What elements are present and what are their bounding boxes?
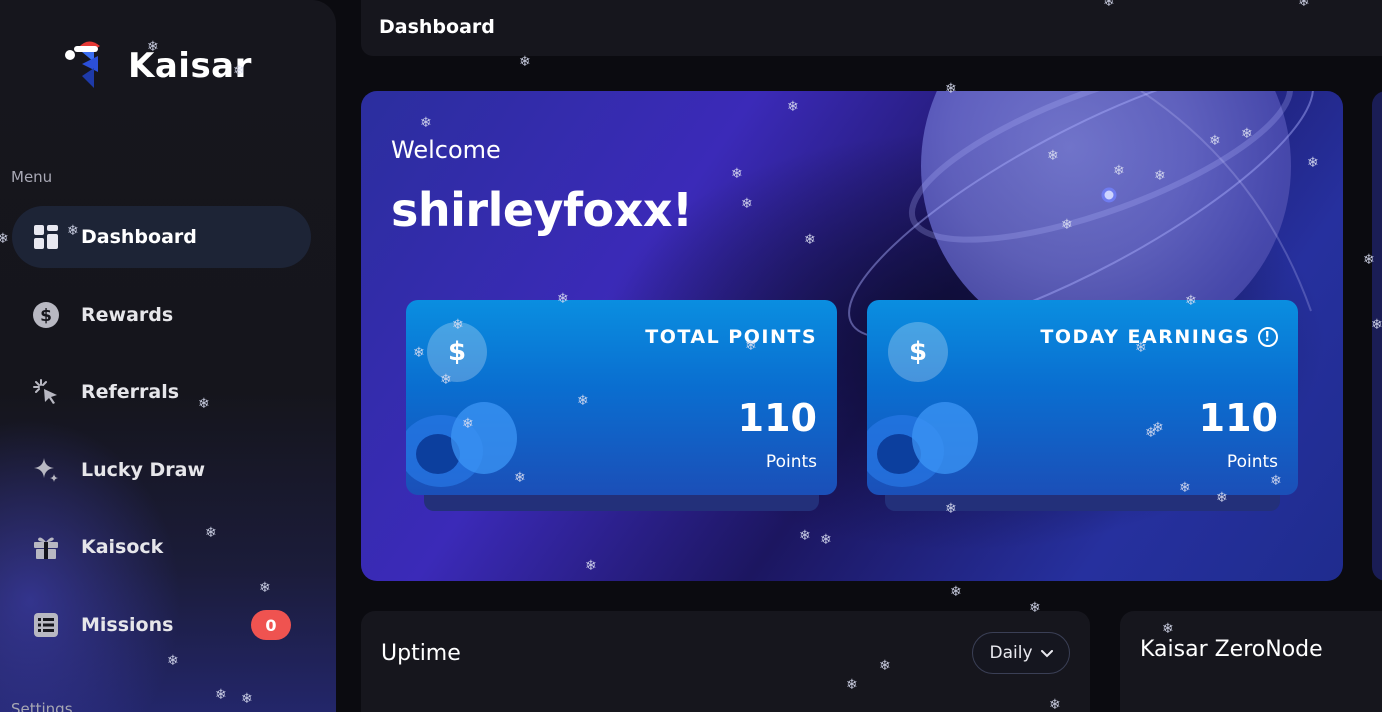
dollar-coin-icon: $ (32, 301, 60, 329)
welcome-username: shirleyfoxx! (391, 183, 693, 237)
gift-icon (32, 533, 60, 561)
total-points-value: 110 (737, 396, 817, 440)
chevron-down-icon (1040, 643, 1053, 663)
welcome-banner: Welcome shirleyfoxx! $ TOTAL POINTS 110 … (361, 91, 1343, 581)
today-earnings-card: $ TODAY EARNINGS ! 110 Points (867, 300, 1298, 495)
menu-section-label: Menu (11, 168, 53, 186)
welcome-greeting: Welcome (391, 136, 501, 164)
period-dropdown[interactable]: Daily (972, 632, 1070, 674)
cursor-click-icon (32, 378, 60, 406)
page-title: Dashboard (379, 16, 495, 38)
list-icon (32, 611, 60, 639)
top-bar: Dashboard (361, 0, 1382, 56)
today-earnings-value: 110 (1198, 396, 1278, 440)
svg-text:$: $ (40, 306, 52, 326)
uptime-title: Uptime (381, 641, 461, 666)
settings-section-label: Settings (11, 700, 73, 712)
uptime-panel: Uptime Daily (361, 611, 1090, 712)
dollar-coin-icon: $ (427, 322, 487, 382)
period-value: Daily (989, 643, 1033, 663)
missions-count-badge: 0 (251, 610, 291, 640)
sidebar-item-referrals[interactable]: Referrals (12, 361, 311, 423)
sidebar-item-missions[interactable]: Missions 0 (12, 594, 311, 656)
zeronode-panel: Kaisar ZeroNode (1120, 611, 1382, 712)
ring-decoration (406, 402, 517, 487)
card-title: TODAY EARNINGS ! (1040, 326, 1278, 348)
sparkle-icon (32, 456, 60, 484)
snowflake-icon: ❄ (950, 584, 962, 600)
next-panel-edge (1372, 91, 1382, 581)
sidebar-item-label: Referrals (81, 381, 180, 403)
dollar-coin-icon: $ (888, 322, 948, 382)
sidebar-item-label: Rewards (81, 304, 174, 326)
brand-name: Kaisar (128, 46, 252, 86)
sidebar-item-lucky-draw[interactable]: Lucky Draw (12, 439, 311, 501)
sidebar-item-label: Missions (81, 614, 174, 636)
card-title: TOTAL POINTS (645, 326, 817, 348)
sidebar-item-label: Kaisock (81, 536, 164, 558)
ring-decoration (867, 402, 978, 487)
card-unit: Points (1226, 452, 1278, 472)
info-icon[interactable]: ! (1258, 327, 1278, 347)
kaisar-logo-icon (65, 41, 100, 88)
sidebar: Kaisar Menu Dashboard $ Rewards Referral… (0, 0, 336, 712)
snowflake-icon: ❄ (519, 54, 531, 70)
card-title-text: TOTAL POINTS (645, 326, 817, 348)
total-points-card: $ TOTAL POINTS 110 Points (406, 300, 837, 495)
sidebar-item-rewards[interactable]: $ Rewards (12, 284, 311, 346)
card-title-text: TODAY EARNINGS (1040, 326, 1250, 348)
zeronode-title: Kaisar ZeroNode (1140, 637, 1323, 662)
sidebar-item-dashboard[interactable]: Dashboard (12, 206, 311, 268)
card-unit: Points (765, 452, 817, 472)
sidebar-item-kaisock[interactable]: Kaisock (12, 516, 311, 578)
sidebar-item-label: Dashboard (81, 226, 197, 248)
dashboard-icon (32, 223, 60, 251)
sidebar-item-label: Lucky Draw (81, 459, 206, 481)
kaisar-logo[interactable]: Kaisar (64, 38, 254, 98)
